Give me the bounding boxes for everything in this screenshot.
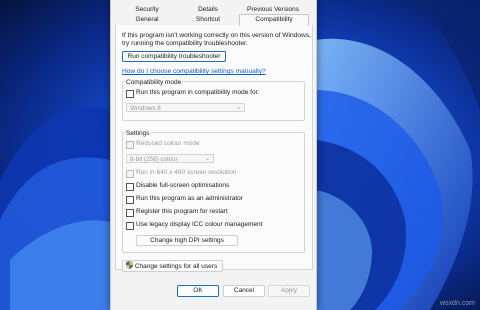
colour-depth-select[interactable]: 8-bit (256) colour ⌄ [126,154,214,163]
watermark: wsxdn.com [440,300,476,307]
run-640-label: Run in 640 x 480 screen resolution [136,169,237,176]
run-as-admin-label: Run this program as an administrator [136,195,243,202]
tab-details[interactable]: Details [177,5,239,15]
legacy-icc-label: Use legacy display ICC colour management [136,221,263,228]
settings-title: Settings [125,130,151,137]
register-restart-label: Register this program for restart [136,208,228,215]
properties-dialog: Security Details Previous Versions Gener… [110,0,317,310]
apply-button[interactable]: Apply [268,285,310,297]
manual-settings-link[interactable]: How do I choose compatibility settings m… [122,68,266,75]
tab-general[interactable]: General [117,15,177,25]
register-restart-checkbox[interactable] [126,209,134,217]
tab-compatibility[interactable]: Compatibility [239,14,309,26]
os-select-value: Windows 8 [130,105,161,112]
compatibility-mode-checkbox[interactable] [126,90,134,98]
change-high-dpi-button[interactable]: Change high DPI settings [136,235,238,246]
tab-security[interactable]: Security [117,5,177,15]
reduced-colour-label: Reduced colour mode [136,140,200,147]
compatibility-mode-title: Compatibility mode [125,79,183,86]
legacy-icc-checkbox[interactable] [126,222,134,230]
run-640-checkbox[interactable] [126,170,134,178]
intro-text-line2: try running the compatibility troublesho… [122,40,248,47]
chevron-down-icon: ⌄ [235,105,241,111]
os-select[interactable]: Windows 8 ⌄ [126,103,245,112]
disable-fullscreen-label: Disable full-screen optimisations [136,182,230,189]
compatibility-mode-label: Run this program in compatibility mode f… [136,89,260,96]
compatibility-mode-group [122,81,305,121]
change-all-users-button[interactable]: Change settings for all users [122,260,223,272]
change-all-users-label: Change settings for all users [134,263,218,270]
shield-icon [126,261,133,269]
run-troubleshooter-button[interactable]: Run compatibility troubleshooter [122,51,226,62]
colour-depth-value: 8-bit (256) colour [130,156,178,163]
reduced-colour-checkbox[interactable] [126,141,134,149]
run-as-admin-checkbox[interactable] [126,196,134,204]
tab-shortcut[interactable]: Shortcut [177,15,239,25]
disable-fullscreen-checkbox[interactable] [126,183,134,191]
intro-text-line1: If this program isn't working correctly … [122,32,311,39]
chevron-down-icon: ⌄ [204,156,210,162]
cancel-button[interactable]: Cancel [223,285,265,297]
ok-button[interactable]: OK [177,285,219,297]
compatibility-panel: If this program isn't working correctly … [115,25,313,272]
